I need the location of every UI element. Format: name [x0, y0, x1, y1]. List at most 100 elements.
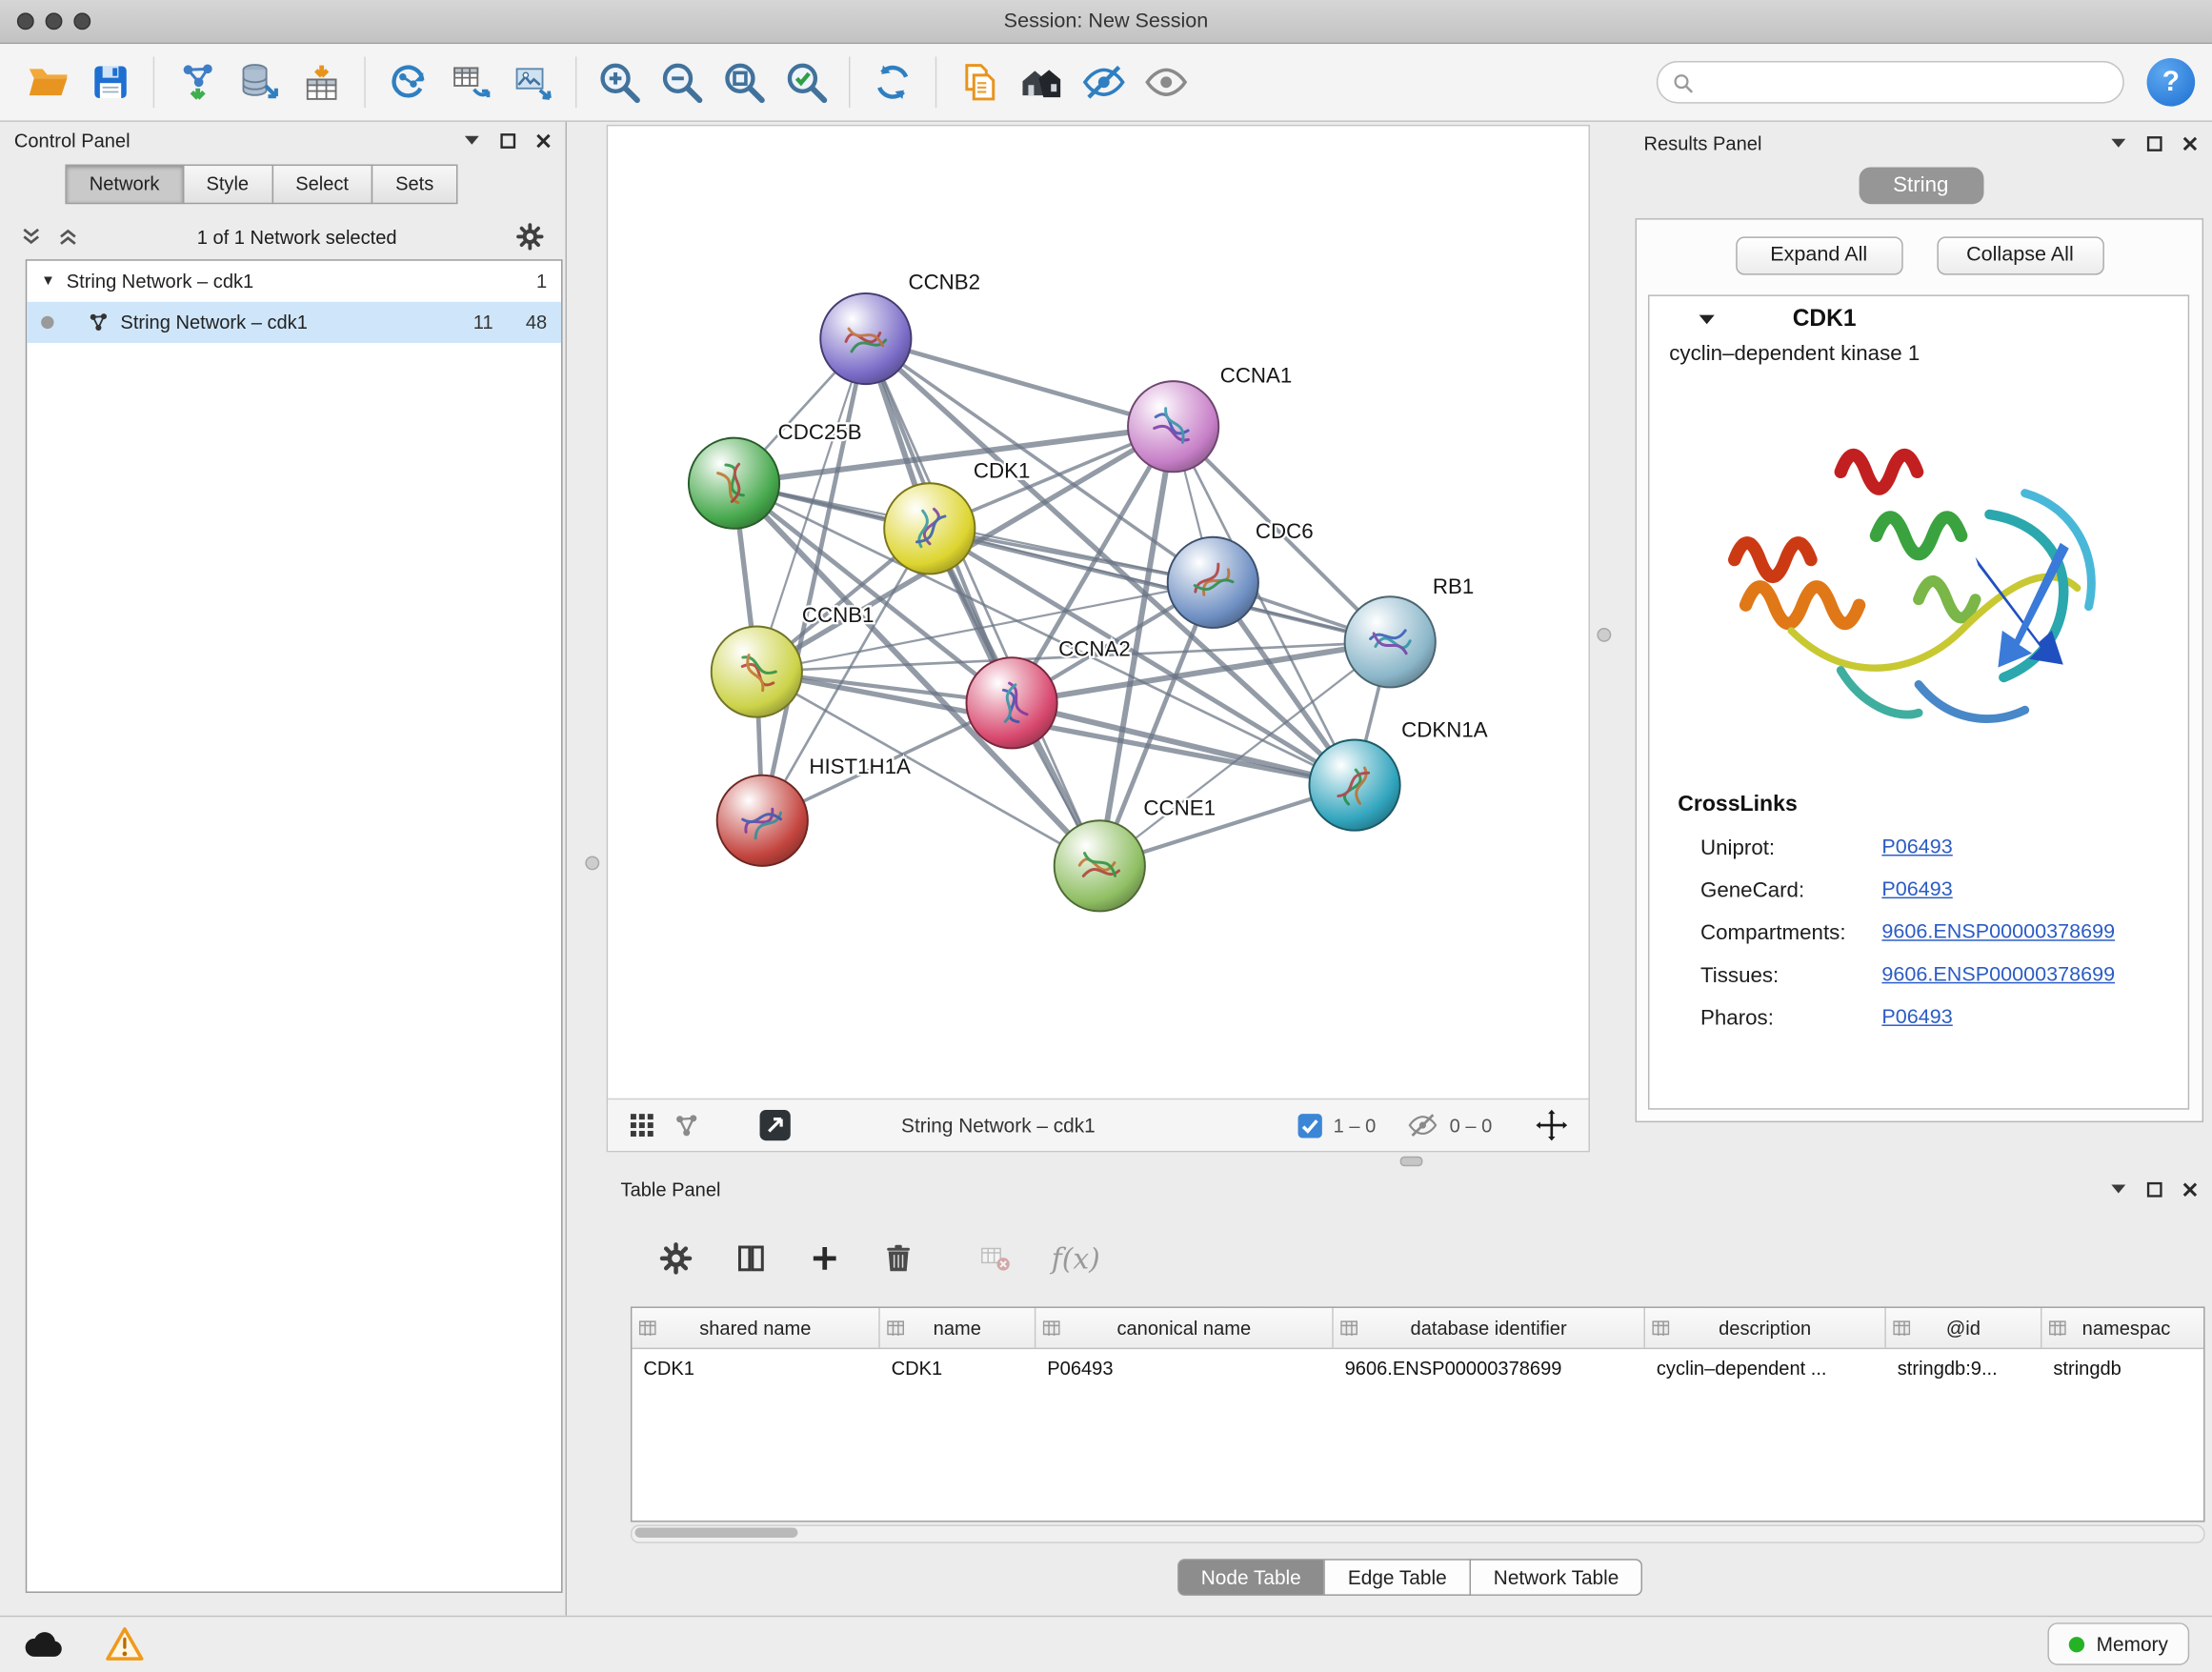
refresh-button[interactable]: [861, 51, 923, 113]
search-input[interactable]: [1703, 71, 2108, 94]
crosslink-value-link[interactable]: P06493: [1881, 836, 1952, 859]
table-column-header[interactable]: shared name: [632, 1308, 879, 1348]
pan-tool-icon[interactable]: [1535, 1108, 1569, 1142]
float-panel-icon[interactable]: [500, 132, 515, 148]
table-options-gear-icon[interactable]: [657, 1240, 694, 1278]
delete-row-icon[interactable]: [881, 1241, 915, 1276]
network-node[interactable]: [1309, 739, 1399, 830]
network-node[interactable]: [717, 776, 808, 866]
table-column-header[interactable]: canonical name: [1036, 1308, 1333, 1348]
network-node[interactable]: [1168, 537, 1258, 628]
network-node[interactable]: [1055, 820, 1145, 911]
network-node-label: CCNA2: [1058, 637, 1131, 661]
add-row-icon[interactable]: [808, 1241, 842, 1276]
table-column-header[interactable]: database identifier: [1334, 1308, 1645, 1348]
table-row[interactable]: CDK1CDK1P064939606.ENSP00000378699cyclin…: [632, 1349, 2203, 1386]
float-panel-icon[interactable]: [2147, 1181, 2162, 1197]
crosslink-value-link[interactable]: 9606.ENSP00000378699: [1881, 963, 2115, 986]
import-network-file-button[interactable]: [166, 51, 228, 113]
collapse-all-button[interactable]: Collapse All: [1937, 236, 2104, 274]
close-panel-icon[interactable]: [2182, 1181, 2198, 1197]
table-cell[interactable]: cyclin–dependent ...: [1645, 1357, 1886, 1378]
table-cell[interactable]: CDK1: [880, 1357, 1036, 1378]
hide-selected-button[interactable]: [1073, 51, 1135, 113]
tab-style[interactable]: Style: [182, 165, 272, 205]
expand-all-button[interactable]: Expand All: [1735, 236, 1902, 274]
clone-network-button[interactable]: [439, 51, 501, 113]
tab-network-table[interactable]: Network Table: [1469, 1559, 1642, 1596]
network-node[interactable]: [1128, 381, 1218, 472]
open-external-icon[interactable]: [756, 1107, 794, 1144]
network-edge[interactable]: [866, 339, 1099, 866]
zoom-fit-button[interactable]: [713, 51, 774, 113]
table-cell[interactable]: 9606.ENSP00000378699: [1334, 1357, 1645, 1378]
float-panel-icon[interactable]: [2147, 135, 2162, 151]
export-image-button[interactable]: [502, 51, 564, 113]
crosslink-value-link[interactable]: 9606.ENSP00000378699: [1881, 921, 2115, 944]
warning-icon[interactable]: [105, 1625, 145, 1662]
tab-edge-table[interactable]: Edge Table: [1324, 1559, 1471, 1596]
network-options-gear-icon[interactable]: [514, 221, 546, 252]
network-edge[interactable]: [762, 339, 866, 821]
table-cell[interactable]: CDK1: [632, 1357, 879, 1378]
import-network-database-button[interactable]: [228, 51, 290, 113]
zoom-in-button[interactable]: [588, 51, 650, 113]
close-panel-icon[interactable]: [535, 132, 551, 148]
right-splitter-handle[interactable]: [1597, 628, 1611, 642]
panel-menu-icon[interactable]: [463, 134, 480, 146]
network-collection-row[interactable]: ▼ String Network – cdk1 1: [27, 261, 561, 302]
results-tab-string[interactable]: String: [1859, 168, 1983, 205]
memory-button[interactable]: Memory: [2048, 1622, 2189, 1665]
hidden-eye-slash-icon[interactable]: [1407, 1110, 1438, 1141]
table-column-header[interactable]: description: [1645, 1308, 1886, 1348]
network-node[interactable]: [712, 626, 802, 716]
close-panel-icon[interactable]: [2182, 135, 2198, 151]
network-node[interactable]: [966, 657, 1056, 748]
selected-checkbox-icon[interactable]: [1297, 1113, 1321, 1137]
help-button[interactable]: ?: [2147, 58, 2196, 107]
zoom-selected-button[interactable]: [775, 51, 837, 113]
table-column-header[interactable]: name: [880, 1308, 1036, 1348]
save-session-button[interactable]: [79, 51, 141, 113]
network-canvas[interactable]: CCNB2CCNA1CDC25BCDK1CDC6RB1CCNB1CCNA2CDK…: [608, 126, 1588, 1098]
tab-node-table[interactable]: Node Table: [1176, 1559, 1325, 1596]
network-node[interactable]: [689, 438, 779, 529]
panel-menu-icon[interactable]: [2110, 1183, 2127, 1195]
table-cell[interactable]: stringdb: [2041, 1357, 2204, 1378]
grid-view-icon[interactable]: [628, 1111, 656, 1139]
table-cell[interactable]: stringdb:9...: [1886, 1357, 2042, 1378]
left-splitter-handle[interactable]: [585, 856, 599, 870]
cloud-icon[interactable]: [23, 1628, 66, 1660]
table-column-header[interactable]: @id: [1886, 1308, 2042, 1348]
disclosure-triangle-icon[interactable]: ▼: [41, 273, 55, 289]
documents-button[interactable]: [948, 51, 1010, 113]
panel-menu-icon[interactable]: [2110, 137, 2127, 149]
crosslink-value-link[interactable]: P06493: [1881, 878, 1952, 901]
tab-select[interactable]: Select: [271, 165, 372, 205]
expand-all-networks-icon[interactable]: [20, 226, 43, 249]
home-button[interactable]: [1011, 51, 1073, 113]
network-node[interactable]: [1345, 596, 1436, 687]
function-builder-button[interactable]: f(x): [1052, 1241, 1100, 1276]
horizontal-scrollbar[interactable]: [631, 1525, 2205, 1543]
scrollbar-thumb[interactable]: [634, 1528, 797, 1538]
crosslink-value-link[interactable]: P06493: [1881, 1006, 1952, 1029]
network-node[interactable]: [884, 483, 975, 574]
network-edge-count: 48: [505, 312, 548, 332]
zoom-out-button[interactable]: [651, 51, 713, 113]
network-node[interactable]: [820, 293, 911, 384]
import-table-button[interactable]: [291, 51, 352, 113]
open-session-button[interactable]: [17, 51, 79, 113]
network-glyph-icon[interactable]: [674, 1112, 700, 1138]
show-all-button[interactable]: [1135, 51, 1196, 113]
tab-sets[interactable]: Sets: [372, 165, 458, 205]
horizontal-splitter-handle[interactable]: [1400, 1157, 1423, 1166]
collapse-all-networks-icon[interactable]: [57, 226, 80, 249]
table-column-header[interactable]: namespac: [2041, 1308, 2204, 1348]
network-row-selected[interactable]: String Network – cdk1 11 48: [27, 302, 561, 343]
show-columns-icon[interactable]: [734, 1241, 769, 1276]
tab-network[interactable]: Network: [65, 165, 183, 205]
table-cell[interactable]: P06493: [1036, 1357, 1333, 1378]
new-network-button[interactable]: [377, 51, 439, 113]
collapse-section-icon[interactable]: [1698, 312, 1716, 325]
